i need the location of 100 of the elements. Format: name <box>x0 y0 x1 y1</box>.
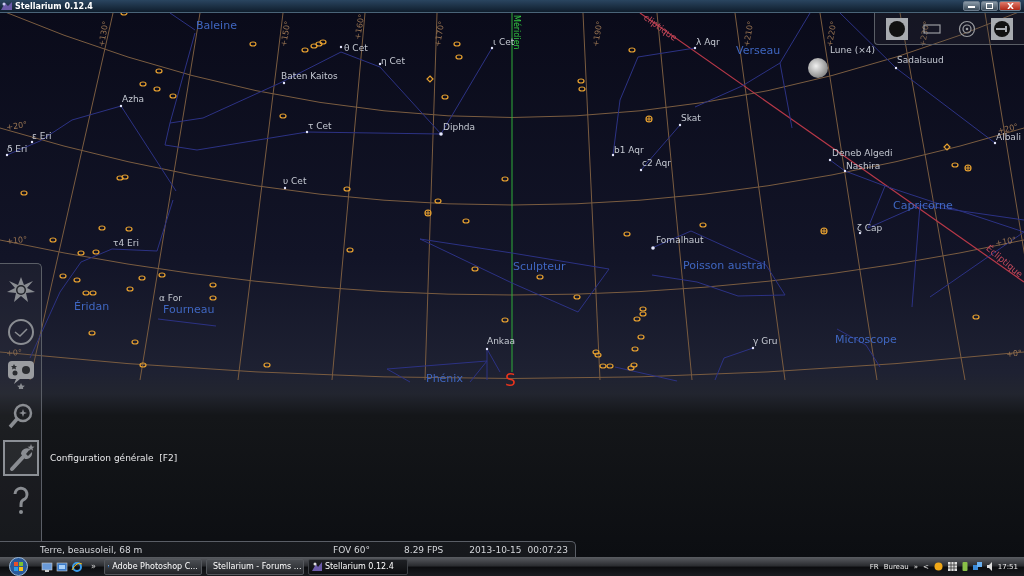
deep-sky-marker <box>536 274 544 280</box>
star-label: ζ Cap <box>857 224 883 233</box>
star-label: b1 Aqr <box>614 146 644 155</box>
deep-sky-marker <box>125 226 133 232</box>
deep-sky-marker <box>249 41 257 47</box>
minimize-button[interactable] <box>963 1 980 11</box>
star-dot <box>305 130 309 134</box>
star-label: Ankaa <box>487 337 515 346</box>
date-text: 2013-10-15 <box>469 545 522 555</box>
phone-icon[interactable] <box>961 562 968 571</box>
taskbar-button[interactable]: Stellarium - Forums ... <box>205 558 304 575</box>
deep-sky-marker <box>139 362 147 368</box>
deep-sky-marker <box>434 198 442 204</box>
wrench-button[interactable] <box>2 440 39 476</box>
grid-label: +20° <box>6 121 28 132</box>
deep-sky-marker <box>158 272 166 278</box>
star-label: η Cet <box>381 57 405 66</box>
taskbar-button[interactable]: Adobe Photoshop C... <box>103 558 202 575</box>
desktop-icon <box>41 560 53 573</box>
deep-sky-marker <box>20 190 28 196</box>
window-title: Stellarium 0.12.4 <box>15 1 94 11</box>
wrench-icon <box>993 19 1012 38</box>
star-dot <box>439 132 443 136</box>
location-text: Terre, beausoleil, 68 m <box>40 545 144 555</box>
deep-sky-marker <box>139 81 147 87</box>
star-label: γ Gru <box>753 337 778 346</box>
network-icon[interactable] <box>972 562 982 571</box>
cluster-marker <box>645 115 653 123</box>
fps-text: 8.29 FPS <box>404 545 444 555</box>
deep-sky-marker <box>131 339 139 345</box>
deep-sky-marker <box>155 68 163 74</box>
disc-button[interactable] <box>885 17 908 40</box>
star-dot <box>490 46 494 50</box>
maximize-button[interactable] <box>981 1 998 11</box>
app-icon <box>311 561 322 572</box>
browser-button[interactable] <box>71 560 83 573</box>
deep-sky-marker <box>578 86 586 92</box>
deep-sky-marker <box>73 277 81 283</box>
deep-sky-marker <box>471 266 479 272</box>
star-label: Fomalhaut <box>656 236 704 245</box>
app-icon <box>1 1 12 11</box>
deep-sky-marker <box>153 86 161 92</box>
star-dot <box>282 81 286 85</box>
star-dot <box>339 45 343 49</box>
overflow-chevron[interactable]: » <box>91 562 96 571</box>
grid-label: +220° <box>826 20 839 48</box>
star-dot <box>843 169 847 173</box>
star-dot <box>378 62 382 66</box>
deep-sky-marker <box>951 162 959 168</box>
taskbar-button[interactable]: Stellarium 0.12.4 <box>307 558 408 575</box>
nebula-marker <box>943 143 951 151</box>
deep-sky-marker <box>263 362 271 368</box>
windows-orb-icon <box>8 557 28 576</box>
star-label: λ Aqr <box>696 38 720 47</box>
star-dot <box>678 123 682 127</box>
cluster-marker <box>820 227 828 235</box>
star-dot <box>751 346 755 350</box>
fov-text: FOV 60° <box>332 545 371 555</box>
deep-sky-marker <box>279 113 287 119</box>
desktop-button[interactable] <box>41 560 53 573</box>
grid-label: +210° <box>743 20 756 48</box>
moon-label: Lune (×4) <box>830 46 875 55</box>
grid-icon[interactable] <box>947 562 957 571</box>
constellation-name: Verseau <box>736 45 781 56</box>
restore-icon <box>986 3 993 9</box>
star-dot <box>485 347 489 351</box>
deep-sky-marker <box>126 286 134 292</box>
star-label: c2 Aqr <box>642 159 671 168</box>
deep-sky-marker <box>138 275 146 281</box>
grid-label: +130° <box>98 20 111 48</box>
grid-label: +0° <box>6 348 23 358</box>
browser-icon <box>71 560 83 573</box>
star-label: Baten Kaitos <box>281 72 338 81</box>
close-button[interactable] <box>999 1 1021 11</box>
grid-label: +150° <box>280 20 293 48</box>
close-icon <box>1006 3 1014 9</box>
grid-label: +190° <box>592 20 605 48</box>
wrench-button[interactable] <box>991 17 1014 40</box>
constellation-name: Fourneau <box>163 304 215 315</box>
deep-sky-marker <box>462 218 470 224</box>
deep-sky-marker <box>628 47 636 53</box>
deep-sky-marker <box>346 247 354 253</box>
deep-sky-marker <box>501 176 509 182</box>
star-dot <box>828 158 832 162</box>
constellation-name: Phénix <box>426 373 463 384</box>
window-switch-button[interactable] <box>56 560 68 573</box>
star-dot <box>30 140 34 144</box>
speaker-icon[interactable] <box>986 562 993 571</box>
constellation-line <box>157 318 217 327</box>
nebula-icon <box>5 359 36 389</box>
time-text: 00:07:23 <box>527 545 568 555</box>
deep-sky-marker <box>577 78 585 84</box>
clock-icon <box>5 317 36 347</box>
nebula-marker <box>426 75 434 83</box>
star-dot <box>993 141 997 145</box>
shield-icon[interactable] <box>933 562 943 571</box>
star-label: ε Eri <box>32 132 52 141</box>
grid-label: +0° <box>1006 349 1023 359</box>
deep-sky-marker <box>77 250 85 256</box>
cluster-marker <box>424 209 432 217</box>
